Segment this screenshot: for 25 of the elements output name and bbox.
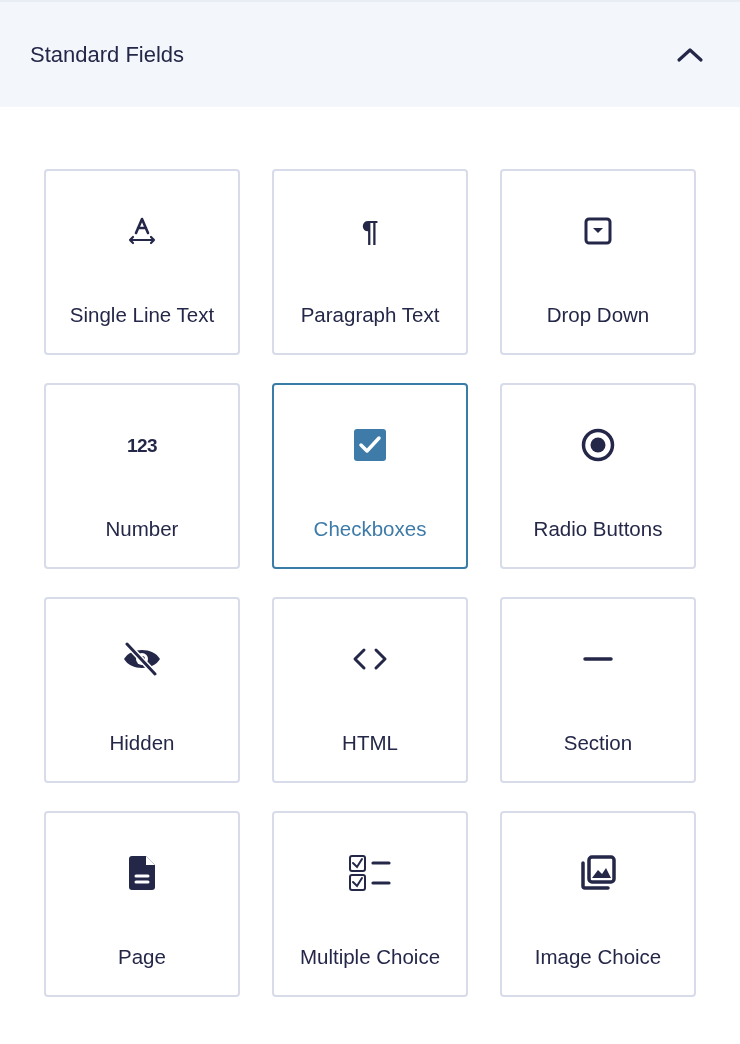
field-tile[interactable]: HTML [272,597,468,783]
field-tile[interactable]: Hidden [44,597,240,783]
field-tile[interactable]: Page [44,811,240,997]
panel-header[interactable]: Standard Fields [0,0,740,107]
glyph-icon: ¶ [361,216,379,246]
field-tile[interactable]: Radio Buttons [500,383,696,569]
minus-icon [583,656,613,662]
images-icon [579,854,617,892]
field-tile[interactable]: 123 Number [44,383,240,569]
glyph-icon: 123 [126,435,158,455]
field-tile[interactable]: Checkboxes [272,383,468,569]
field-tile[interactable]: ¶ Paragraph Text [272,169,468,355]
field-tile[interactable]: Section [500,597,696,783]
field-tile[interactable]: Image Choice [500,811,696,997]
field-tile[interactable]: Multiple Choice [272,811,468,997]
document-icon [128,855,156,891]
radio-icon [581,428,615,462]
checklist-icon [348,854,392,892]
text-width-icon [127,216,157,246]
dropdown-icon [583,216,613,246]
eye-slash-icon [122,642,162,676]
panel-title: Standard Fields [30,41,185,68]
code-icon [352,647,388,671]
field-tile[interactable]: Single Line Text [44,169,240,355]
field-tile[interactable]: Drop Down [500,169,696,355]
